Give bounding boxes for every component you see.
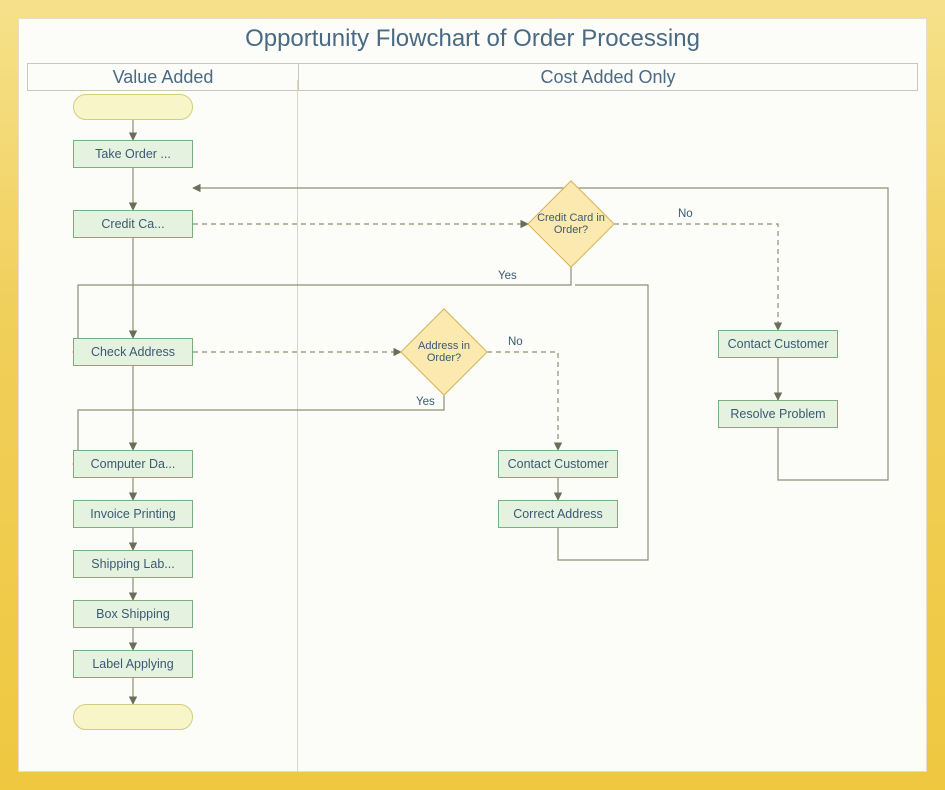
process-shipping-lab: Shipping Lab... — [73, 550, 193, 578]
process-computer-da: Computer Da... — [73, 450, 193, 478]
edge-label-credit-no: No — [678, 208, 693, 220]
page-frame: Opportunity Flowchart of Order Processin… — [0, 0, 945, 790]
box-shipping-label: Box Shipping — [96, 607, 170, 621]
invoice-printing-label: Invoice Printing — [90, 507, 175, 521]
process-invoice-printing: Invoice Printing — [73, 500, 193, 528]
shipping-lab-label: Shipping Lab... — [91, 557, 174, 571]
credit-ca-label: Credit Ca... — [101, 217, 164, 231]
process-contact-customer-1: Contact Customer — [498, 450, 618, 478]
end-terminator — [73, 704, 193, 730]
process-correct-address: Correct Address — [498, 500, 618, 528]
process-contact-customer-2: Contact Customer — [718, 330, 838, 358]
label-applying-label: Label Applying — [92, 657, 173, 671]
decision-address-label: Address in Order? — [406, 340, 482, 364]
resolve-problem-label: Resolve Problem — [730, 407, 825, 421]
contact-customer-2-label: Contact Customer — [728, 337, 829, 351]
process-resolve-problem: Resolve Problem — [718, 400, 838, 428]
edge-label-address-yes: Yes — [416, 396, 435, 408]
correct-address-label: Correct Address — [513, 507, 603, 521]
edge-label-address-no: No — [508, 336, 523, 348]
decision-credit-card: Credit Card in Order? — [527, 186, 615, 262]
flowchart-canvas: Take Order ... Credit Ca... Check Addres… — [18, 80, 927, 772]
start-terminator — [73, 94, 193, 120]
take-order-label: Take Order ... — [95, 147, 171, 161]
edge-label-credit-yes: Yes — [498, 270, 517, 282]
process-label-applying: Label Applying — [73, 650, 193, 678]
decision-credit-label: Credit Card in Order? — [533, 212, 609, 236]
diagram-title: Opportunity Flowchart of Order Processin… — [19, 19, 926, 57]
process-check-address: Check Address — [73, 338, 193, 366]
process-take-order: Take Order ... — [73, 140, 193, 168]
computer-da-label: Computer Da... — [91, 457, 176, 471]
check-address-label: Check Address — [91, 345, 175, 359]
process-box-shipping: Box Shipping — [73, 600, 193, 628]
contact-customer-1-label: Contact Customer — [508, 457, 609, 471]
process-credit-ca: Credit Ca... — [73, 210, 193, 238]
decision-address: Address in Order? — [400, 314, 488, 390]
